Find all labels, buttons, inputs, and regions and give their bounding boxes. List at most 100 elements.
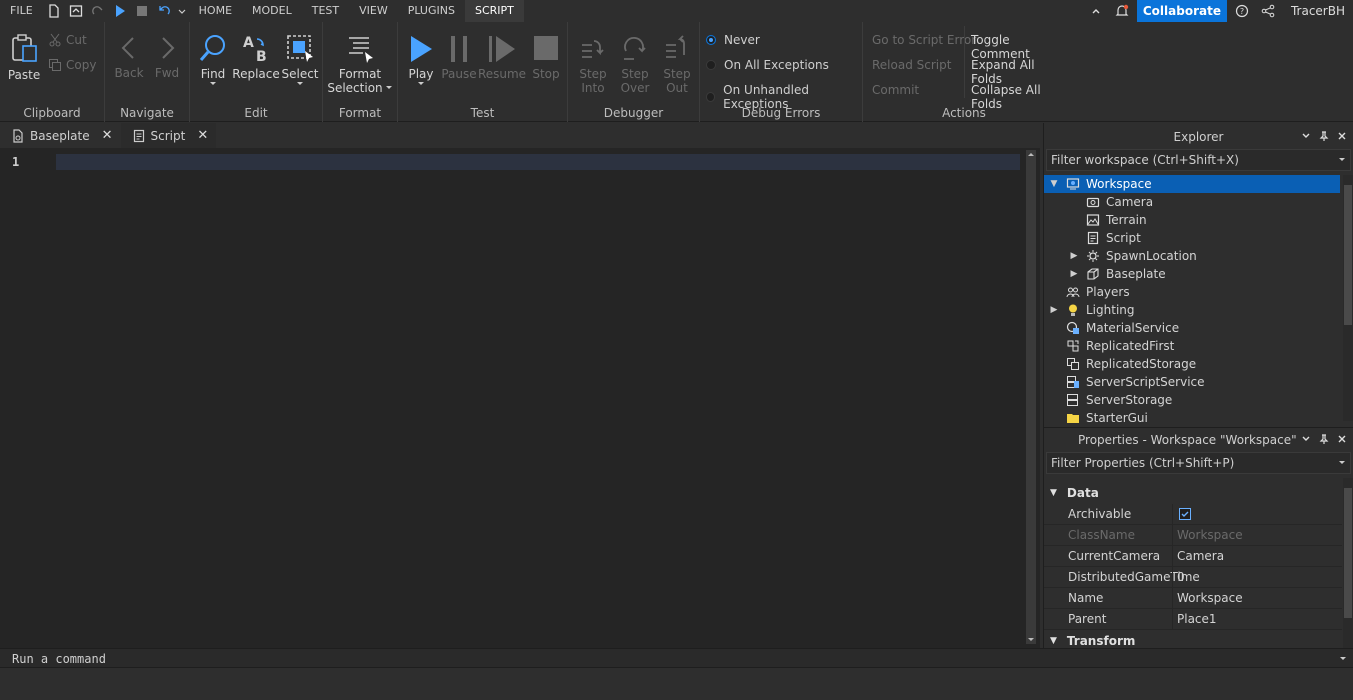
explorer-scrollbar[interactable] [1343,175,1353,421]
explorer-filter-input[interactable]: Filter workspace (Ctrl+Shift+X) [1046,149,1351,171]
prop-name-row[interactable]: Name Workspace [1044,587,1342,609]
properties-filter-input[interactable]: Filter Properties (Ctrl+Shift+P) [1046,452,1351,474]
tab-script-file[interactable]: Script ✕ [120,123,217,148]
tree-item-replicatedstorage[interactable]: ReplicatedStorage [1044,355,1353,373]
pin-icon[interactable] [1319,130,1329,144]
expand-arrow-icon[interactable]: ▶ [1068,269,1080,279]
code-text-area[interactable] [52,148,1022,648]
expand-arrow-icon[interactable]: ▶ [1048,305,1060,315]
find-button[interactable]: Find [198,33,228,87]
explorer-scroll-thumb[interactable] [1344,185,1352,325]
chevron-down-icon[interactable] [1301,433,1311,447]
select-button[interactable]: Select [281,33,319,87]
tree-item-spawnlocation[interactable]: ▶ SpawnLocation [1044,247,1353,265]
toggle-comment-button[interactable]: Toggle Comment [971,33,1065,61]
collapse-ribbon-icon[interactable] [1085,0,1107,22]
chevron-down-icon[interactable] [1339,656,1347,662]
tree-item-lighting[interactable]: ▶ Lighting [1044,301,1353,319]
new-file-icon[interactable] [43,0,65,22]
expand-arrow-icon[interactable]: ▶ [1068,251,1080,261]
tree-item-materialservice[interactable]: MaterialService [1044,319,1353,337]
chevron-down-icon[interactable] [1338,460,1346,466]
prop-value[interactable]: Place1 [1172,608,1342,630]
code-editor[interactable]: 1 [0,148,1040,648]
pause-button[interactable]: Pause [441,33,477,81]
help-icon[interactable]: ? [1231,0,1253,22]
resume-button[interactable]: Resume [478,33,526,81]
chevron-down-icon[interactable] [1301,130,1311,144]
pin-icon[interactable] [1319,433,1329,447]
redo-icon[interactable] [87,0,109,22]
replace-button[interactable]: AB Replace [232,33,279,81]
category-data[interactable]: ▼ Data [1044,482,1342,504]
checkbox-checked-icon[interactable] [1179,508,1191,520]
back-button[interactable]: Back [114,34,144,80]
radio-never[interactable]: Never [706,33,760,47]
prop-value[interactable]: Camera [1172,545,1342,567]
radio-on-all-exceptions[interactable]: On All Exceptions [706,58,829,72]
undo-icon[interactable] [153,0,175,22]
tree-item-players[interactable]: Players [1044,283,1353,301]
tab-baseplate[interactable]: Baseplate ✕ [0,123,121,148]
expand-arrow-icon[interactable]: ▼ [1050,636,1057,646]
collaborate-button[interactable]: Collaborate [1136,0,1227,22]
forward-button[interactable]: Fwd [153,34,181,80]
quick-access-dropdown-icon[interactable] [175,0,189,22]
stop-button[interactable]: Stop [530,33,562,81]
user-name[interactable]: TracerBH [1291,4,1345,18]
tree-item-terrain[interactable]: Terrain [1044,211,1353,229]
tree-item-startergui[interactable]: StarterGui [1044,409,1353,423]
tab-test[interactable]: TEST [302,0,349,22]
tree-item-script[interactable]: Script [1044,229,1353,247]
notifications-icon[interactable] [1111,0,1133,22]
expand-all-folds-button[interactable]: Expand All Folds [971,58,1065,86]
prop-value[interactable] [1172,503,1342,525]
publish-icon[interactable] [65,0,87,22]
tab-model[interactable]: MODEL [242,0,302,22]
copy-button[interactable]: Copy [48,58,96,72]
cut-button[interactable]: Cut [48,33,87,47]
prop-value[interactable]: 0 [1172,566,1342,588]
scroll-up-icon[interactable] [1026,150,1036,158]
tree-item-replicatedfirst[interactable]: ReplicatedFirst [1044,337,1353,355]
chevron-down-icon[interactable] [1338,157,1346,163]
reload-script-button[interactable]: Reload Script [872,58,951,72]
tab-plugins[interactable]: PLUGINS [398,0,465,22]
close-icon[interactable]: ✕ [102,128,113,143]
close-icon[interactable] [1337,433,1347,447]
menu-file[interactable]: FILE [0,0,43,22]
prop-parent[interactable]: Parent Place1 [1044,608,1342,630]
format-selection-button[interactable]: Format Selection [327,33,392,95]
step-over-button[interactable]: Step Over [618,33,652,95]
tree-item-serverscriptservice[interactable]: ServerScriptService [1044,373,1353,391]
tree-item-serverstorage[interactable]: ServerStorage [1044,391,1353,409]
commit-button[interactable]: Commit [872,83,919,97]
tab-view[interactable]: VIEW [349,0,398,22]
tree-item-workspace[interactable]: ▼ Workspace [1044,175,1340,193]
properties-scrollbar[interactable] [1343,478,1353,648]
close-icon[interactable]: ✕ [197,128,208,143]
stop-quick-icon[interactable] [131,0,153,22]
close-icon[interactable] [1337,130,1347,144]
expand-arrow-icon[interactable]: ▼ [1048,179,1060,189]
go-to-script-error-button[interactable]: Go to Script Error [872,33,976,47]
play-button[interactable]: Play [406,33,436,87]
play-quick-icon[interactable] [109,0,131,22]
prop-currentcamera[interactable]: CurrentCamera Camera [1044,545,1342,567]
step-into-button[interactable]: Step Into [576,33,610,95]
scroll-down-icon[interactable] [1026,636,1036,644]
editor-scrollbar[interactable] [1026,150,1036,644]
tab-script[interactable]: SCRIPT [464,0,524,22]
properties-scroll-thumb[interactable] [1344,488,1352,618]
expand-arrow-icon[interactable]: ▼ [1050,488,1057,498]
prop-archivable[interactable]: Archivable [1044,503,1342,525]
prop-value[interactable]: Workspace [1172,587,1342,609]
share-icon[interactable] [1257,0,1279,22]
step-out-button[interactable]: Step Out [660,33,694,95]
prop-distributedgametime[interactable]: DistributedGameTime 0 [1044,566,1342,588]
tab-home[interactable]: HOME [189,0,242,22]
tree-item-baseplate[interactable]: ▶ Baseplate [1044,265,1353,283]
tree-item-camera[interactable]: Camera [1044,193,1353,211]
paste-button[interactable]: Paste [8,32,40,82]
command-input[interactable] [12,652,1312,666]
